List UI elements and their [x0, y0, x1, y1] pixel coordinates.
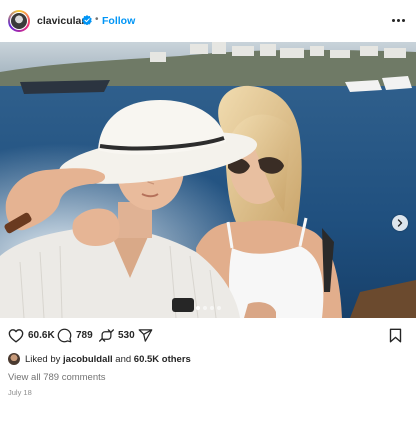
liked-by-suffix: and — [112, 353, 134, 365]
carousel-dot — [195, 306, 200, 310]
post-media[interactable] — [0, 42, 416, 318]
save-button[interactable] — [389, 328, 402, 348]
liked-by-text: Liked by jacobuldall and 60.5K others — [25, 354, 191, 365]
separator-dot: • — [95, 14, 99, 25]
repost-button[interactable]: 530 — [99, 328, 135, 343]
follow-button[interactable]: Follow — [102, 15, 135, 27]
carousel-dot — [209, 306, 214, 310]
share-button[interactable] — [138, 328, 153, 343]
like-button[interactable]: 60.6K — [8, 328, 55, 343]
likes-count: 60.6K — [28, 330, 55, 341]
carousel-dot — [202, 306, 207, 310]
avatar[interactable] — [8, 10, 30, 32]
comment-button[interactable]: 789 — [57, 328, 93, 343]
liked-by-user[interactable]: jacobuldall — [63, 354, 113, 365]
next-image-button[interactable] — [392, 215, 408, 231]
photo — [0, 42, 416, 318]
verified-badge-icon — [82, 15, 92, 25]
heart-icon — [8, 329, 24, 343]
liked-by-others[interactable]: 60.5K others — [134, 354, 191, 365]
liked-by-prefix: Liked by — [25, 353, 64, 365]
liked-by: Liked by jacobuldall and 60.5K others — [8, 353, 191, 365]
action-bar: 60.6K 789 530 — [0, 326, 416, 348]
carousel-indicator — [0, 306, 416, 312]
bookmark-icon — [389, 328, 402, 343]
post-date: July 18 — [8, 388, 32, 397]
share-icon — [138, 329, 153, 342]
comments-count: 789 — [76, 330, 93, 341]
view-all-comments-link[interactable]: View all 789 comments — [8, 372, 106, 383]
comment-icon — [57, 328, 72, 343]
liked-by-avatar[interactable] — [8, 353, 20, 365]
avatar-ring — [10, 12, 28, 30]
more-options-icon[interactable] — [388, 12, 408, 28]
avatar-image — [11, 13, 27, 29]
reposts-count: 530 — [118, 330, 135, 341]
carousel-dot — [216, 306, 221, 310]
chevron-right-icon — [397, 219, 403, 227]
repost-icon — [99, 329, 114, 342]
post-header: clavicular0 • Follow — [0, 0, 416, 42]
